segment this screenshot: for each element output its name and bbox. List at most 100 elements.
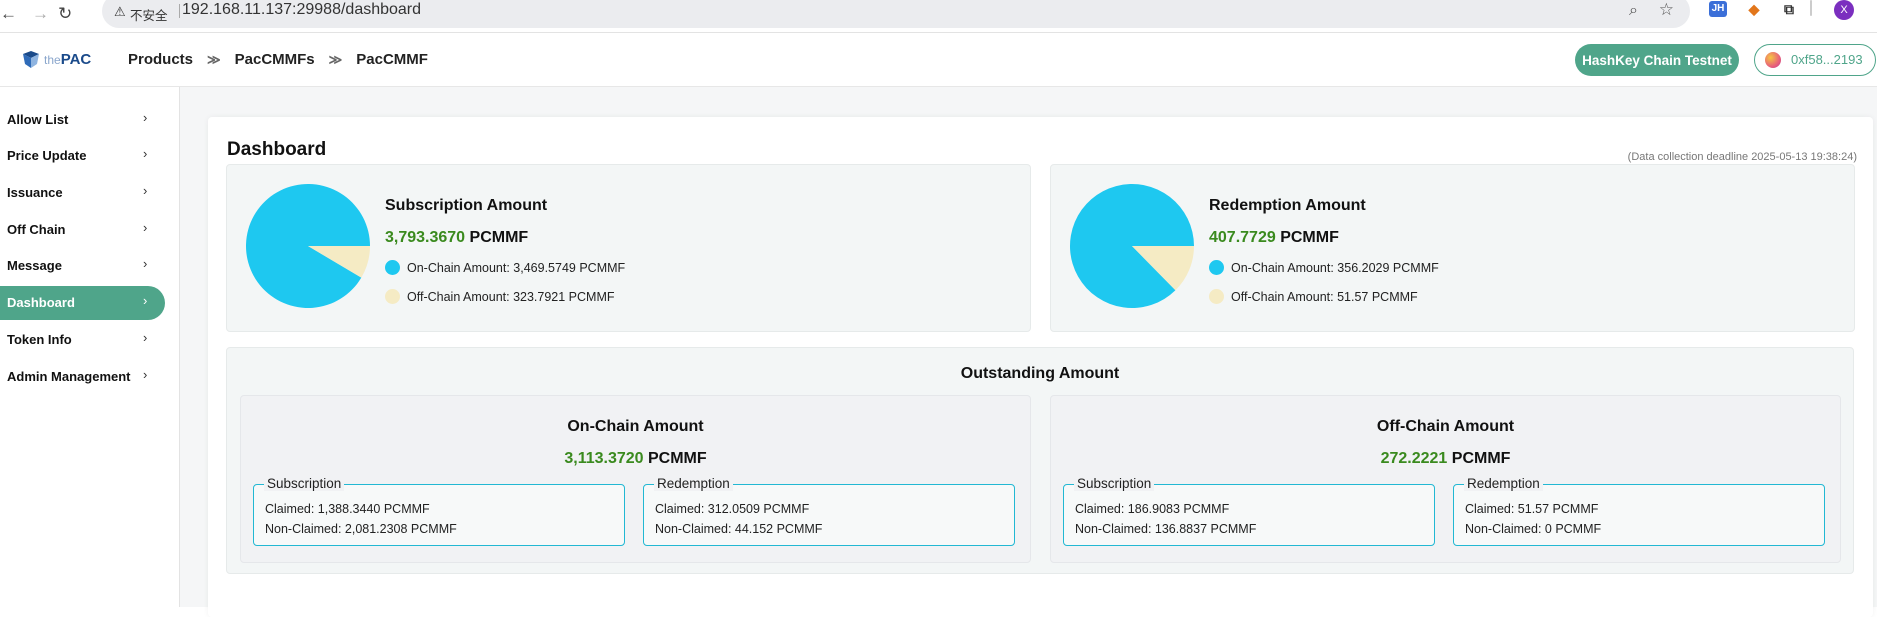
legend-label: Off-Chain Amount: 51.57 PCMMF	[1231, 290, 1418, 304]
redemption-legend-off-chain: Off-Chain Amount: 51.57 PCMMF	[1209, 289, 1418, 304]
toolbar-divider	[1810, 0, 1812, 16]
extensions-puzzle-icon[interactable]: ⧉	[1780, 1, 1798, 17]
off-chain-title: Off-Chain Amount	[1376, 418, 1515, 435]
outstanding-panel: Outstanding Amount On-Chain Amount 3,113…	[226, 347, 1854, 574]
off-chain-swatch-icon	[385, 289, 400, 304]
sidebar-item-message[interactable]: Message ›	[0, 249, 165, 283]
claimed-text: Claimed: 1,388.3440 PCMMF	[265, 502, 430, 516]
redemption-amount: 407.7729 PCMMF	[1209, 229, 1339, 247]
redemption-pie-chart	[1070, 184, 1194, 308]
sidebar-item-label: Message	[7, 258, 62, 273]
sidebar-item-label: Allow List	[7, 112, 69, 127]
sidebar-item-off-chain[interactable]: Off Chain ›	[0, 213, 165, 247]
fieldset-legend: Subscription	[264, 476, 345, 491]
chevron-right-icon: ›	[143, 146, 148, 161]
on-chain-amount: 3,113.3720 PCMMF	[241, 450, 1030, 468]
sidebar-item-admin-management[interactable]: Admin Management ›	[0, 360, 165, 394]
redemption-amount-value: 407.7729	[1209, 229, 1276, 246]
address-divider	[179, 4, 180, 18]
subscription-legend-off-chain: Off-Chain Amount: 323.7921 PCMMF	[385, 289, 615, 304]
non-claimed-text: Non-Claimed: 2,081.2308 PCMMF	[265, 522, 457, 536]
logo-text: PAC	[60, 51, 92, 68]
on-chain-swatch-icon	[385, 260, 400, 275]
off-chain-amount: 272.2221 PCMMF	[1051, 450, 1840, 468]
subscription-amount-unit: PCMMF	[469, 229, 529, 246]
data-deadline: (Data collection deadline 2025-05-13 19:…	[1627, 151, 1857, 163]
off-chain-redemption-box: Redemption Claimed: 51.57 PCMMF Non-Clai…	[1453, 476, 1825, 546]
subscription-panel: Subscription Amount 3,793.3670 PCMMF On-…	[226, 164, 1031, 332]
breadcrumb-separator-icon: ≫	[207, 52, 221, 67]
zoom-icon[interactable]: ⌕	[1629, 2, 1638, 20]
sidebar: Allow List › Price Update › Issuance › O…	[0, 87, 180, 607]
on-chain-redemption-box: Redemption Claimed: 312.0509 PCMMF Non-C…	[643, 476, 1015, 546]
breadcrumb-paccmmfs[interactable]: PacCMMFs	[235, 51, 315, 68]
chevron-right-icon: ›	[143, 220, 148, 235]
outstanding-on-chain-panel: On-Chain Amount 3,113.3720 PCMMF Subscri…	[240, 395, 1031, 563]
subscription-pie-chart	[246, 183, 370, 308]
non-claimed-text: Non-Claimed: 0 PCMMF	[1465, 522, 1602, 536]
sidebar-item-label: Dashboard	[7, 295, 75, 310]
off-chain-amount-unit: PCMMF	[1451, 450, 1511, 467]
dashboard-card: Dashboard (Data collection deadline 2025…	[208, 117, 1873, 617]
sidebar-item-issuance[interactable]: Issuance ›	[0, 176, 165, 210]
sidebar-item-label: Price Update	[7, 148, 87, 163]
reload-icon[interactable]: ↻	[58, 4, 72, 24]
outstanding-off-chain-panel: Off-Chain Amount 272.2221 PCMMF Subscrip…	[1050, 395, 1841, 563]
legend-label: Off-Chain Amount: 323.7921 PCMMF	[407, 290, 615, 304]
non-claimed-text: Non-Claimed: 136.8837 PCMMF	[1075, 522, 1257, 536]
browser-toolbar: ← → ↻ ⚠ 不安全 192.168.11.137:29988/dashboa…	[0, 0, 1877, 33]
bookmark-star-icon[interactable]: ☆	[1659, 0, 1674, 20]
subscription-amount-value: 3,793.3670	[385, 229, 466, 246]
sidebar-item-allow-list[interactable]: Allow List ›	[0, 103, 165, 137]
network-button[interactable]: HashKey Chain Testnet	[1575, 44, 1739, 76]
non-claimed-text: Non-Claimed: 44.152 PCMMF	[655, 522, 823, 536]
claimed-text: Claimed: 312.0509 PCMMF	[655, 502, 810, 516]
chevron-right-icon: ›	[143, 367, 148, 382]
metamask-icon[interactable]: ◆	[1745, 1, 1763, 17]
forward-arrow-icon[interactable]: →	[32, 4, 49, 24]
on-chain-title: On-Chain Amount	[567, 418, 704, 435]
fieldset-legend: Redemption	[1464, 476, 1543, 491]
breadcrumb-separator-icon: ≫	[328, 52, 343, 67]
redemption-panel: Redemption Amount 407.7729 PCMMF On-Chai…	[1050, 164, 1855, 332]
wallet-button[interactable]: 0xf58...2193	[1754, 44, 1876, 76]
subscription-amount: 3,793.3670 PCMMF	[385, 229, 528, 247]
url-text[interactable]: 192.168.11.137:29988/dashboard	[182, 1, 421, 19]
logo-prefix: the	[44, 53, 61, 67]
security-label: 不安全	[130, 9, 168, 23]
subscription-legend-on-chain: On-Chain Amount: 3,469.5749 PCMMF	[385, 260, 625, 275]
on-chain-amount-value: 3,113.3720	[564, 450, 644, 467]
chevron-right-icon: ›	[143, 183, 148, 198]
main-content: Dashboard (Data collection deadline 2025…	[180, 87, 1877, 617]
on-chain-amount-unit: PCMMF	[648, 450, 707, 467]
redemption-title: Redemption Amount	[1209, 197, 1366, 214]
sidebar-item-label: Issuance	[7, 185, 63, 200]
off-chain-amount-value: 272.2221	[1380, 450, 1448, 467]
fieldset-legend: Subscription	[1074, 476, 1155, 491]
profile-avatar[interactable]: X	[1834, 0, 1854, 20]
off-chain-subscription-box: Subscription Claimed: 186.9083 PCMMF Non…	[1063, 476, 1435, 546]
on-chain-swatch-icon	[1209, 260, 1224, 275]
claimed-text: Claimed: 186.9083 PCMMF	[1075, 502, 1230, 516]
extension-jh-icon[interactable]: JH	[1709, 1, 1727, 17]
breadcrumb-products[interactable]: Products	[128, 51, 193, 68]
chevron-right-icon: ›	[143, 110, 148, 125]
fieldset-legend: Redemption	[654, 476, 733, 491]
redemption-legend-on-chain: On-Chain Amount: 356.2029 PCMMF	[1209, 260, 1439, 275]
sidebar-item-label: Token Info	[7, 332, 72, 347]
wallet-avatar-icon	[1765, 52, 1781, 68]
sidebar-item-price-update[interactable]: Price Update ›	[0, 139, 165, 173]
legend-label: On-Chain Amount: 356.2029 PCMMF	[1231, 261, 1439, 275]
thepac-logo[interactable]: thePAC	[20, 49, 91, 71]
on-chain-subscription-box: Subscription Claimed: 1,388.3440 PCMMF N…	[253, 476, 625, 546]
page-title: Dashboard	[227, 139, 327, 160]
chevron-right-icon: ›	[143, 256, 148, 271]
sidebar-item-token-info[interactable]: Token Info ›	[0, 323, 165, 357]
breadcrumb-paccmmf: PacCMMF	[356, 51, 428, 68]
address-bar[interactable]: ⚠ 不安全 192.168.11.137:29988/dashboard ⌕ ☆	[102, 0, 1690, 28]
outstanding-title: Outstanding Amount	[960, 365, 1120, 382]
sidebar-item-dashboard[interactable]: Dashboard ›	[0, 286, 165, 320]
back-arrow-icon[interactable]: ←	[0, 4, 17, 24]
subscription-title: Subscription Amount	[385, 197, 548, 214]
logo-mark-icon	[23, 51, 39, 68]
